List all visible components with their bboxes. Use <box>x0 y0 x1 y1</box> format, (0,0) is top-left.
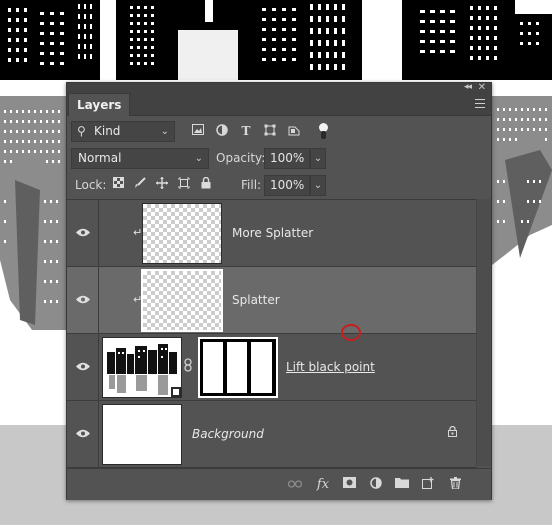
panel-title-bar[interactable]: ◂◂ ✕ <box>67 83 491 93</box>
lock-all-icon[interactable] <box>199 176 213 191</box>
fill-label: Fill: <box>241 178 262 192</box>
type-filter-icon[interactable]: T <box>239 124 253 138</box>
layers-bottom-toolbar: fx <box>67 468 491 500</box>
layer-thumbnail[interactable] <box>141 269 223 332</box>
layers-list: ↵ More Splatter ↵ Splatter Lift black po… <box>67 199 477 468</box>
layers-scrollbar[interactable] <box>476 199 491 466</box>
link-icon[interactable] <box>184 358 194 374</box>
filter-kind-dropdown[interactable]: ⚲ Kind ⌄ <box>71 121 175 142</box>
adjustment-filter-icon[interactable] <box>215 124 229 138</box>
eye-icon <box>76 362 90 371</box>
visibility-toggle[interactable] <box>67 401 99 467</box>
blend-mode-value: Normal <box>78 151 122 165</box>
image-filter-icon[interactable] <box>191 124 205 138</box>
blend-row: Normal ⌄ Opacity: 100% ⌄ <box>67 146 491 170</box>
search-icon: ⚲ <box>77 124 86 138</box>
layer-row[interactable]: ↵ Splatter <box>67 267 477 334</box>
trash-icon[interactable] <box>447 477 463 493</box>
new-group-icon[interactable] <box>394 477 410 493</box>
layer-row[interactable]: Background <box>67 401 477 468</box>
link-layers-icon[interactable] <box>287 477 303 493</box>
cursor-highlight-ring <box>341 324 361 341</box>
lock-position-icon[interactable] <box>155 177 169 191</box>
layer-name[interactable]: Splatter <box>232 293 280 307</box>
fill-field[interactable]: 100% <box>264 175 310 196</box>
eye-icon <box>76 429 90 438</box>
tab-layers[interactable]: Layers <box>68 93 131 116</box>
layer-name[interactable]: Background <box>192 427 264 441</box>
lock-label: Lock: <box>75 178 107 192</box>
panel-tab-bar: Layers <box>67 92 491 116</box>
opacity-field[interactable]: 100% <box>264 148 310 169</box>
lock-transparent-pixels-icon[interactable] <box>111 177 125 191</box>
adjustment-layer-icon[interactable] <box>368 477 384 493</box>
lock-artboard-icon[interactable] <box>177 177 191 191</box>
lock-icon[interactable] <box>448 425 460 440</box>
lock-row: Lock: Fill: 100% ⌄ <box>67 173 491 197</box>
filter-row: ⚲ Kind ⌄ T <box>67 119 491 143</box>
visibility-toggle[interactable] <box>67 200 99 266</box>
layer-thumbnail[interactable] <box>142 203 222 264</box>
layer-name[interactable]: More Splatter <box>232 226 313 240</box>
opacity-slider-toggle[interactable]: ⌄ <box>310 148 326 169</box>
visibility-toggle[interactable] <box>67 334 99 400</box>
smart-object-thumbnail[interactable] <box>102 337 182 398</box>
visibility-toggle[interactable] <box>67 267 99 333</box>
close-panel-icon[interactable]: ✕ <box>478 83 486 93</box>
fx-icon[interactable]: fx <box>315 477 331 493</box>
eye-icon <box>76 228 90 237</box>
lock-image-pixels-icon[interactable] <box>133 177 147 191</box>
filter-toggle-icon[interactable] <box>318 123 328 139</box>
blend-mode-dropdown[interactable]: Normal ⌄ <box>71 148 209 169</box>
shape-filter-icon[interactable] <box>263 124 277 138</box>
filter-kind-label: Kind <box>94 124 121 138</box>
layer-row[interactable]: ↵ More Splatter <box>67 200 477 267</box>
panel-menu-icon[interactable] <box>475 99 485 108</box>
clipping-indicator-icon: ↵ <box>133 226 143 239</box>
fill-slider-toggle[interactable]: ⌄ <box>310 175 326 196</box>
layer-row[interactable]: Lift black point <box>67 334 477 401</box>
background-thumbnail[interactable] <box>102 404 182 465</box>
smart-object-filter-icon[interactable] <box>287 124 301 138</box>
layer-name[interactable]: Lift black point <box>286 360 375 374</box>
clipping-indicator-icon: ↵ <box>133 293 143 306</box>
collapse-panel-icon[interactable]: ◂◂ <box>464 83 472 92</box>
chevron-down-icon: ⌄ <box>160 126 169 137</box>
new-layer-icon[interactable] <box>420 477 436 493</box>
add-mask-icon[interactable] <box>341 477 357 493</box>
eye-icon <box>76 295 90 304</box>
layers-panel: ◂◂ ✕ Layers ⚲ Kind ⌄ T Normal ⌄ Opacity:… <box>66 82 492 500</box>
chevron-down-icon: ⌄ <box>194 153 203 164</box>
opacity-label: Opacity: <box>216 151 266 165</box>
layer-mask-thumbnail[interactable] <box>198 337 278 398</box>
